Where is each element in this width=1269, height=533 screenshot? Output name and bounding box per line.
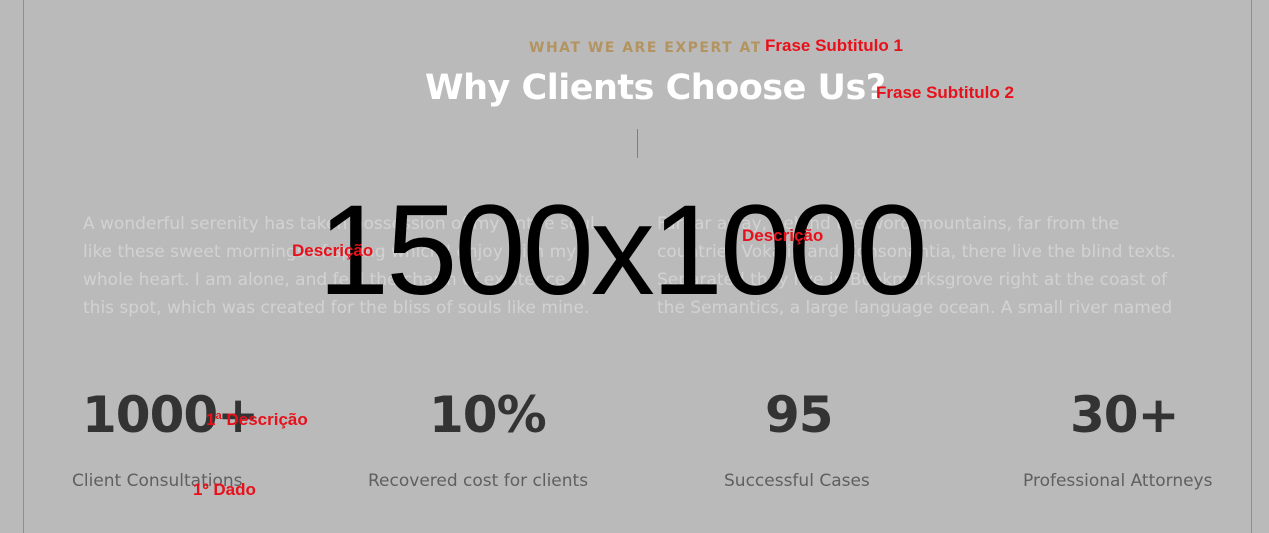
annotation-subtitle-2: Frase Subtitulo 2 xyxy=(876,83,1014,102)
annotation-stat-data: 1º Dado xyxy=(193,480,256,499)
stat-label-recovered: Recovered cost for clients xyxy=(368,471,589,491)
stat-value-cases: 95 xyxy=(765,386,834,444)
stat-value-attorneys: 30+ xyxy=(1070,386,1179,444)
image-size-placeholder: 1500x1000 xyxy=(318,179,927,322)
annotation-subtitle-1: Frase Subtitulo 1 xyxy=(765,36,903,55)
section-eyebrow: WHAT WE ARE EXPERT AT xyxy=(529,40,762,56)
frame-right-border xyxy=(1251,0,1252,533)
frame-left-border xyxy=(23,0,24,533)
title-divider xyxy=(637,129,638,158)
annotation-description-right: Descrição xyxy=(742,226,824,245)
stat-label-cases: Successful Cases xyxy=(724,471,870,491)
stat-label-attorneys: Professional Attorneys xyxy=(1023,471,1213,491)
annotation-description-left: Descrição xyxy=(292,241,374,260)
section-title: Why Clients Choose Us? xyxy=(425,68,886,108)
annotation-stat-description: 1ª Descrição xyxy=(206,410,308,429)
stat-value-recovered: 10% xyxy=(429,386,547,444)
